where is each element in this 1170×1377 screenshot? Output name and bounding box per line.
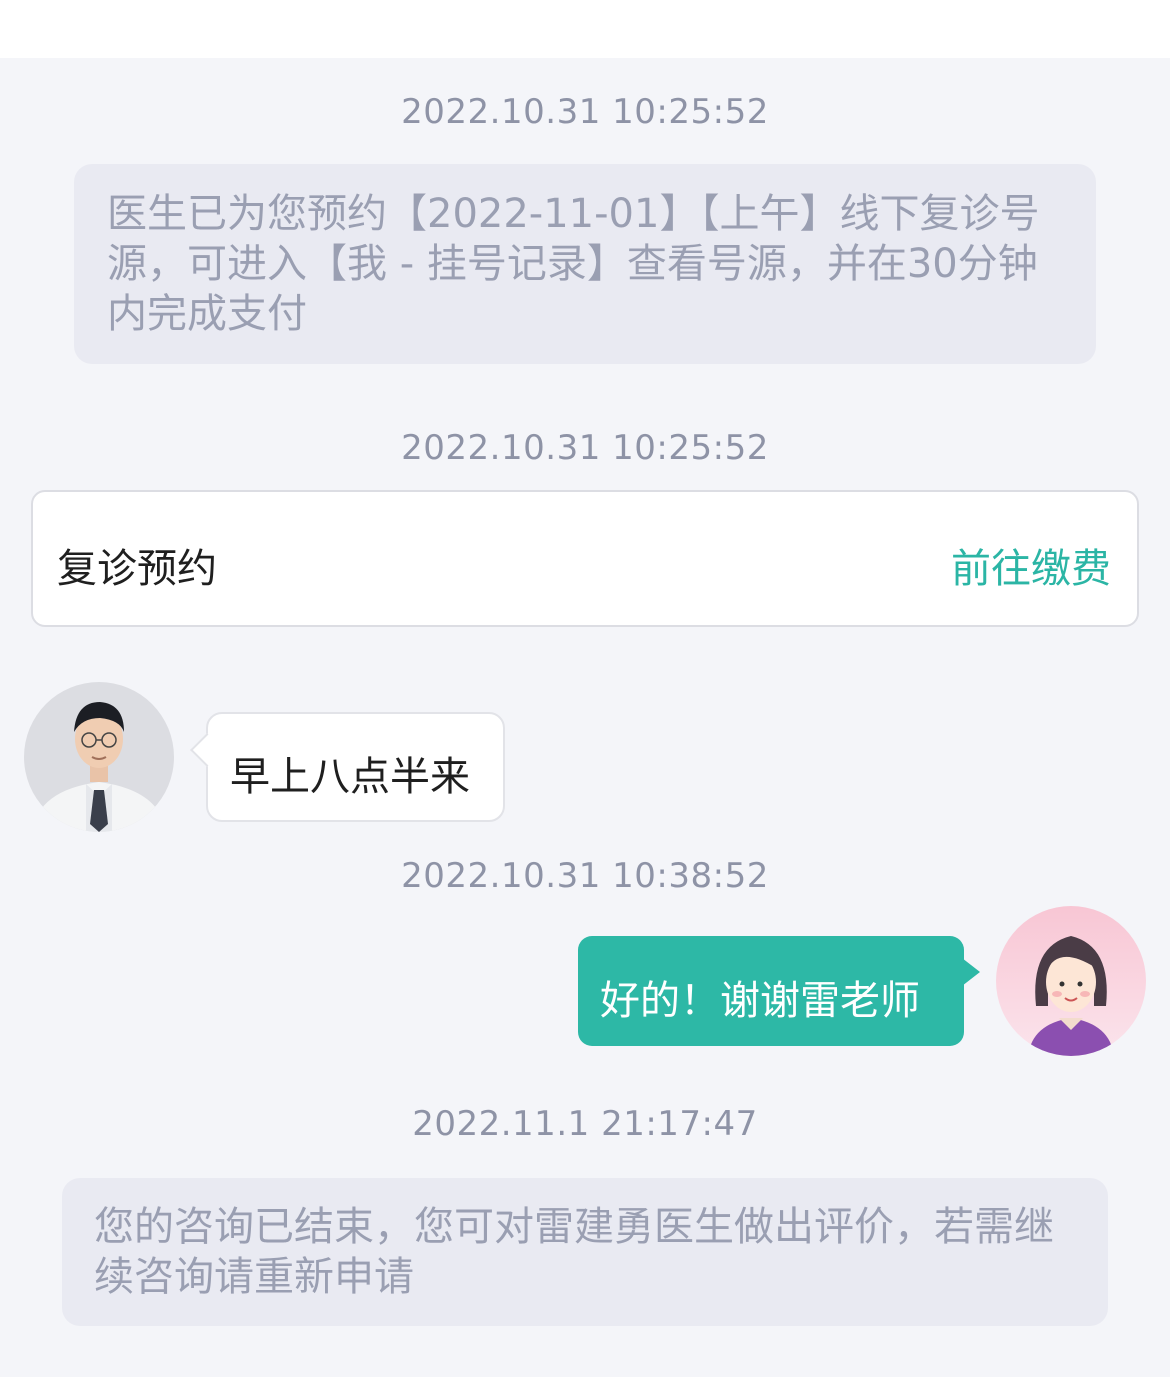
patient-avatar[interactable] bbox=[996, 906, 1146, 1056]
system-message-appointment: 医生已为您预约【2022-11-01】【上午】线下复诊号源，可进入【我 - 挂号… bbox=[74, 164, 1096, 364]
bubble-tail bbox=[190, 733, 224, 767]
system-message-text: 您的咨询已结束，您可对雷建勇医生做出评价，若需继续咨询请重新申请 bbox=[94, 1204, 1054, 1300]
card-title: 复诊预约 bbox=[57, 546, 217, 592]
patient-message-bubble[interactable]: 好的！谢谢雷老师 bbox=[578, 936, 980, 1046]
doctor-message-text: 早上八点半来 bbox=[230, 754, 470, 800]
timestamp: 2022.11.1 21:17:47 bbox=[412, 1104, 758, 1144]
timestamp: 2022.10.31 10:25:52 bbox=[401, 428, 769, 468]
bubble-tail bbox=[962, 958, 980, 986]
followup-appointment-card[interactable]: 复诊预约 前往缴费 bbox=[31, 490, 1139, 627]
doctor-message-bubble[interactable]: 早上八点半来 bbox=[190, 712, 505, 822]
top-bar bbox=[0, 0, 1170, 58]
go-pay-link[interactable]: 前往缴费 bbox=[951, 536, 1111, 594]
timestamp: 2022.10.31 10:38:52 bbox=[401, 856, 769, 896]
system-message-consultation-ended: 您的咨询已结束，您可对雷建勇医生做出评价，若需继续咨询请重新申请 bbox=[62, 1178, 1108, 1326]
timestamp: 2022.10.31 10:25:52 bbox=[401, 92, 769, 132]
patient-message-text: 好的！谢谢雷老师 bbox=[600, 978, 920, 1024]
doctor-avatar[interactable] bbox=[24, 682, 174, 832]
system-message-text: 医生已为您预约【2022-11-01】【上午】线下复诊号源，可进入【我 - 挂号… bbox=[107, 191, 1040, 337]
